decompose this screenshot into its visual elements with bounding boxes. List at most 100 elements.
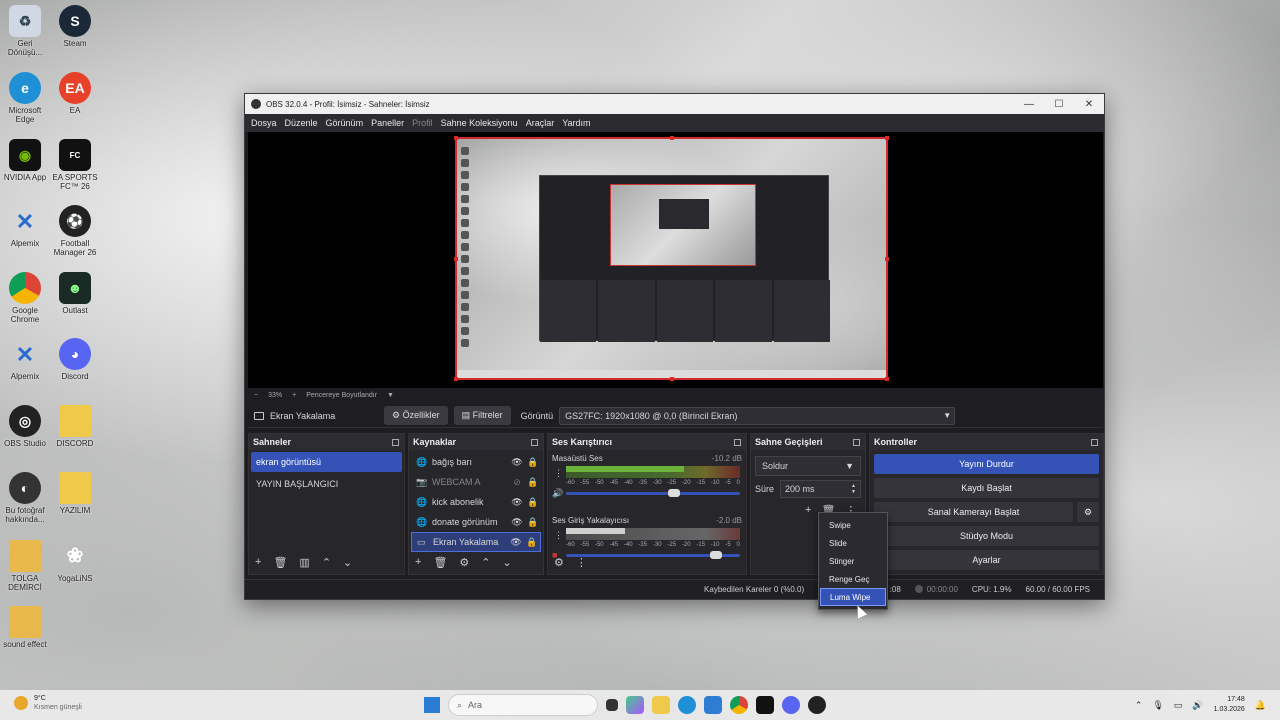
eye-icon[interactable]: 👁 (509, 457, 525, 468)
menu-file[interactable]: Dosya (247, 118, 281, 128)
desktop-icon-chrome[interactable]: Google Chrome (1, 272, 49, 324)
copilot-icon[interactable] (626, 696, 644, 714)
desktop-icon-obs[interactable]: ◎ OBS Studio (1, 405, 49, 448)
undock-icon[interactable] (853, 438, 860, 446)
eye-icon[interactable]: 👁 (508, 537, 524, 548)
preview-area[interactable] (248, 132, 1103, 388)
source-item[interactable]: 🌐 kick abonelik 👁 🔒 (411, 492, 541, 512)
transform-handle[interactable] (885, 257, 889, 261)
desktop-icon-ea[interactable]: EA EA (51, 72, 99, 115)
close-button[interactable]: ✕ (1074, 99, 1104, 110)
discord-icon[interactable] (782, 696, 800, 714)
desktop-icon-steam[interactable]: S Steam (51, 5, 99, 48)
lock-icon[interactable]: 🔒 (524, 537, 540, 548)
menu-docks[interactable]: Paneller (367, 118, 408, 128)
transform-handle[interactable] (454, 257, 458, 261)
network-icon[interactable]: ▭ (1174, 700, 1183, 711)
source-item[interactable]: 🌐 donate görünüm 👁 🔒 (411, 512, 541, 532)
desktop-icon-tolga[interactable]: TOLGA DEMİRCİ (1, 540, 49, 592)
kebab-menu-icon[interactable]: ⋮ (576, 556, 587, 569)
settings-button[interactable]: Ayarlar (874, 550, 1099, 570)
menu-option-swipe[interactable]: Swipe (820, 516, 886, 534)
studio-mode-button[interactable]: Stüdyo Modu (874, 526, 1099, 546)
undock-icon[interactable] (392, 438, 399, 446)
source-item[interactable]: 🌐 bağış barı 👁 🔒 (411, 452, 541, 472)
task-view-icon[interactable] (606, 699, 618, 711)
obs-icon[interactable] (808, 696, 826, 714)
lock-icon[interactable]: 🔒 (525, 457, 541, 468)
menu-edit[interactable]: Düzenle (281, 118, 322, 128)
zoom-menu-caret-icon[interactable]: ▼ (387, 392, 394, 399)
notification-bell-icon[interactable]: 🔔 (1255, 700, 1266, 711)
desktop-icon-recycle-bin[interactable]: ♻ Geri Dönüşü... (1, 5, 49, 57)
display-select[interactable]: GS27FC: 1920x1080 @ 0,0 (Birincil Ekran)… (559, 406, 956, 425)
kebab-menu-icon[interactable]: ⋮ (554, 468, 563, 479)
desktop-icon-outlast[interactable]: ☻ Outlast (51, 272, 99, 315)
store-icon[interactable] (704, 696, 722, 714)
move-up-icon[interactable]: ⌃ (481, 556, 490, 569)
desktop-icon-fc26[interactable]: FC EA SPORTS FC™ 26 (51, 139, 99, 191)
menu-profile[interactable]: Profil (408, 118, 437, 128)
advanced-audio-icon[interactable]: ⚙ (554, 556, 564, 569)
file-explorer-icon[interactable] (652, 696, 670, 714)
clock[interactable]: 17:48 1.03.2026 (1214, 695, 1245, 715)
desktop-icon-nvidia[interactable]: ◉ NVIDIA App (1, 139, 49, 182)
menu-option-stinger[interactable]: Stinger (820, 552, 886, 570)
chevron-up-icon[interactable]: ⌃ (1135, 700, 1143, 711)
eye-icon[interactable]: 👁 (509, 517, 525, 528)
duration-input[interactable]: 200 ms ▲ ▼ (780, 480, 861, 498)
zoom-out-button[interactable]: − (254, 392, 258, 399)
desktop-icon-edge[interactable]: e Microsoft Edge (1, 72, 49, 124)
maximize-button[interactable]: ☐ (1044, 99, 1074, 110)
transform-handle[interactable] (885, 377, 889, 381)
menu-view[interactable]: Görünüm (322, 118, 368, 128)
decrement-icon[interactable]: ▼ (851, 489, 856, 495)
menu-scene-collection[interactable]: Sahne Koleksiyonu (437, 118, 522, 128)
menu-option-slide[interactable]: Slide (820, 534, 886, 552)
minimize-button[interactable]: — (1014, 99, 1044, 110)
move-down-icon[interactable]: ⌄ (343, 556, 352, 569)
volume-icon[interactable]: 🔊 (1192, 700, 1203, 711)
desktop-icon-sound-effect[interactable]: sound effect (1, 606, 49, 649)
preview-canvas[interactable] (454, 136, 889, 381)
kebab-menu-icon[interactable]: ⋮ (554, 530, 563, 541)
gear-icon[interactable]: ⚙ (459, 556, 469, 569)
title-bar[interactable]: OBS 32.0.4 - Profil: İsimsiz - Sahneler:… (245, 94, 1104, 114)
undock-icon[interactable] (1091, 438, 1098, 446)
eye-hidden-icon[interactable]: ⊘ (509, 477, 525, 488)
filter-icon[interactable]: ▥ (299, 556, 309, 569)
transition-select[interactable]: Soldur ▼ (755, 456, 861, 476)
menu-option-luma-wipe[interactable]: Luma Wipe (820, 588, 886, 606)
transform-handle[interactable] (454, 377, 458, 381)
source-item[interactable]: 📷 WEBCAM A ⊘ 🔒 (411, 472, 541, 492)
scene-item[interactable]: ekran görüntüsü (251, 452, 402, 472)
menu-option-fade-to-color[interactable]: Renge Geç (820, 570, 886, 588)
menu-help[interactable]: Yardım (558, 118, 594, 128)
undock-icon[interactable] (531, 438, 538, 446)
desktop-icon-discord[interactable]: ◕ Discord (51, 338, 99, 381)
weather-widget[interactable]: 9°C Kısmen güneşli (14, 694, 82, 712)
desktop-icon-fm26[interactable]: ⚽ Football Manager 26 (51, 205, 99, 257)
start-recording-button[interactable]: Kaydı Başlat (874, 478, 1099, 498)
move-up-icon[interactable]: ⌃ (322, 556, 331, 569)
desktop-icon-yogalins[interactable]: ❀ YogaLiNS (51, 540, 99, 584)
filters-button[interactable]: ▤ Filtreler (453, 406, 511, 425)
transform-handle[interactable] (454, 136, 458, 140)
microphone-icon[interactable]: 🎙 (1152, 700, 1163, 711)
eye-icon[interactable]: 👁 (509, 497, 525, 508)
fit-to-window-label[interactable]: Pencereye Boyutlandır (306, 392, 377, 399)
edge-icon[interactable] (678, 696, 696, 714)
desktop-icon-about-photo[interactable]: ◐ Bu fotoğraf hakkında... (1, 472, 49, 524)
desktop-icon-alpemix-2[interactable]: ✕ Alpemix (1, 338, 49, 381)
trash-icon[interactable]: 🗑 (273, 556, 287, 569)
desktop-icon-discord-folder[interactable]: DISCORD (51, 405, 99, 448)
transform-handle[interactable] (670, 136, 674, 140)
undock-icon[interactable] (734, 438, 741, 446)
trash-icon[interactable]: 🗑 (433, 556, 447, 569)
speaker-icon[interactable]: 🔊 (552, 488, 563, 499)
move-down-icon[interactable]: ⌄ (503, 556, 512, 569)
start-virtual-camera-button[interactable]: Sanal Kamerayı Başlat (874, 502, 1073, 522)
zoom-in-button[interactable]: + (292, 392, 296, 399)
lock-icon[interactable]: 🔒 (525, 517, 541, 528)
capcut-icon[interactable] (756, 696, 774, 714)
